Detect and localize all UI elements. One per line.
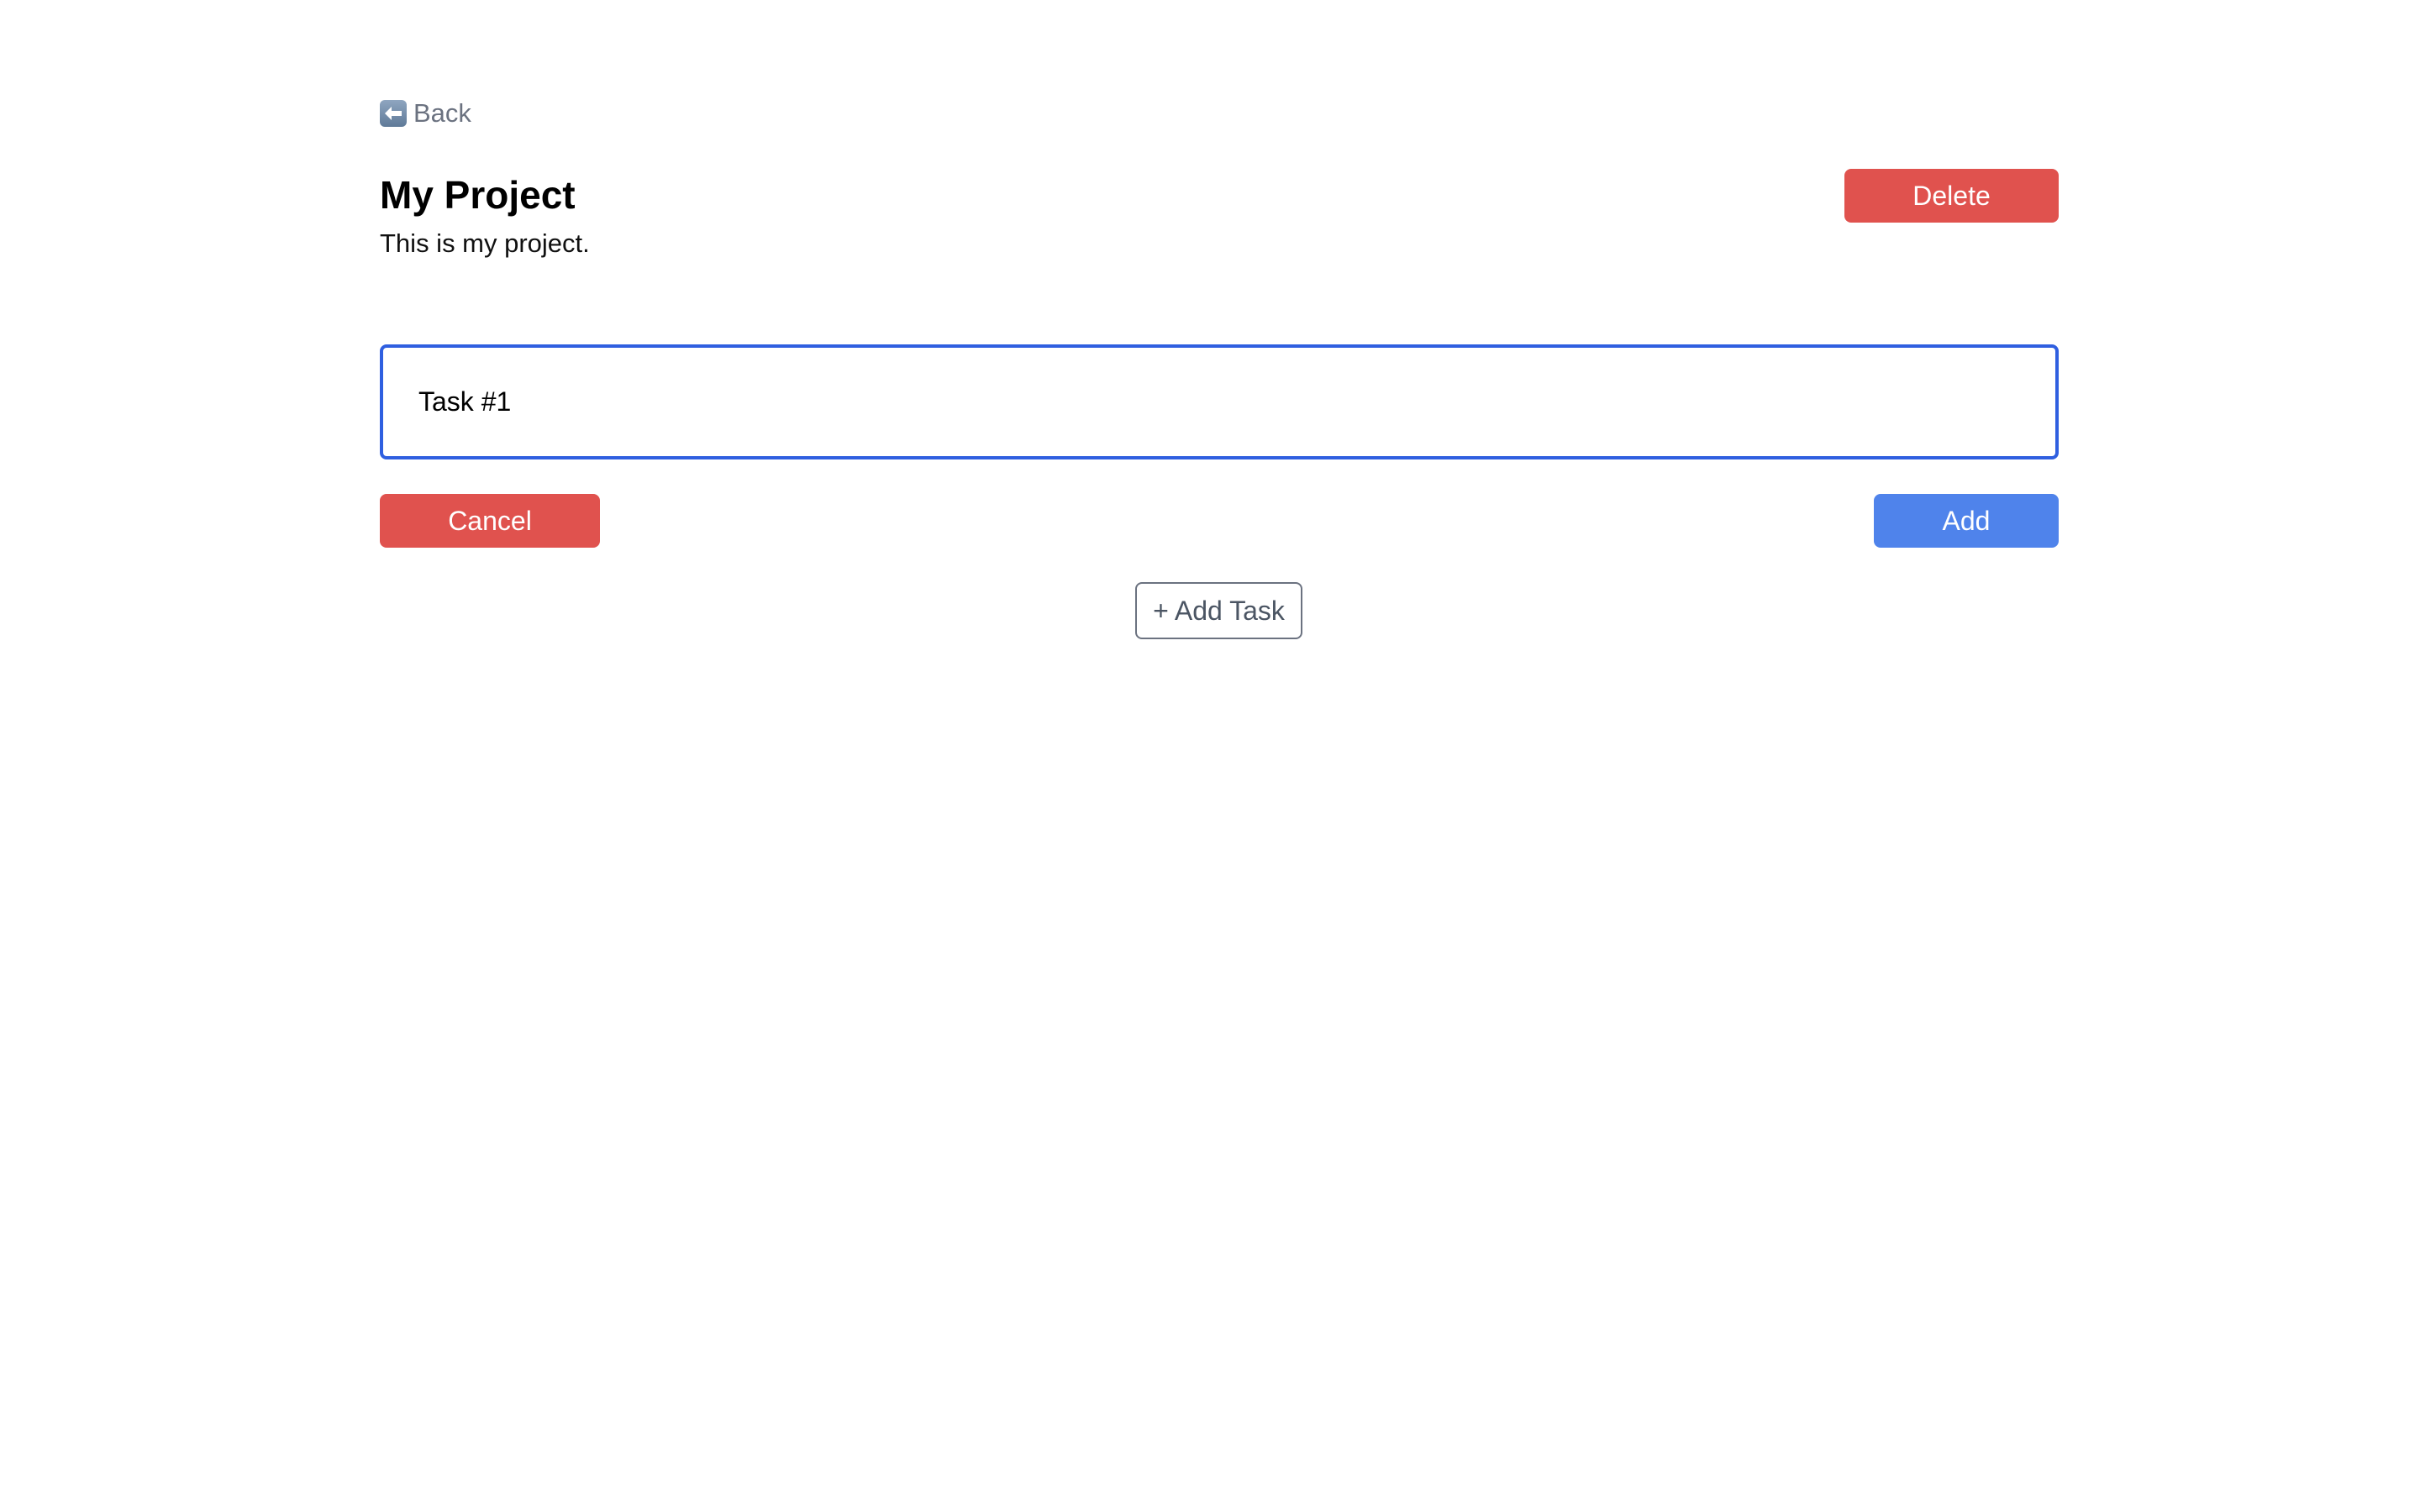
back-label: Back bbox=[413, 98, 471, 128]
project-page: Back My Project This is my project. Dele… bbox=[0, 0, 2420, 1512]
add-task-button[interactable]: + Add Task bbox=[1135, 582, 1302, 639]
back-link[interactable]: Back bbox=[380, 98, 471, 129]
task-name-input[interactable] bbox=[380, 344, 2059, 459]
page-title: My Project bbox=[380, 173, 576, 217]
add-button[interactable]: Add bbox=[1874, 494, 2059, 548]
project-description: This is my project. bbox=[380, 228, 590, 258]
cancel-button[interactable]: Cancel bbox=[380, 494, 600, 548]
delete-button[interactable]: Delete bbox=[1844, 169, 2059, 223]
back-arrow-icon bbox=[380, 100, 407, 127]
